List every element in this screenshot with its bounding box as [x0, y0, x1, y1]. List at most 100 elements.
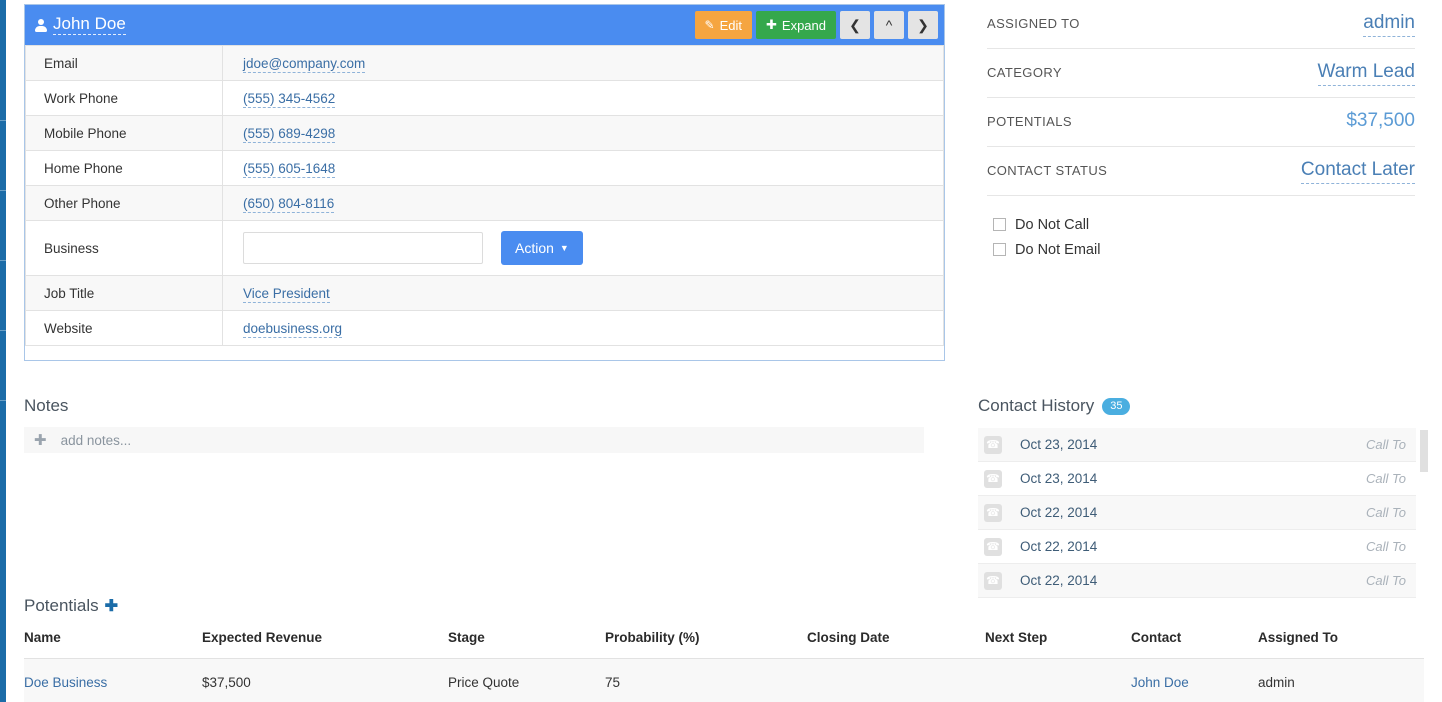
add-potential-icon[interactable]: ✚ [105, 596, 118, 616]
person-icon [35, 18, 47, 32]
phone-icon: ☎ [984, 572, 1002, 590]
contact-status-value[interactable]: Contact Later [1301, 159, 1415, 184]
chevron-right-icon: ❯ [917, 17, 929, 34]
contact-history-list[interactable]: ☎ Oct 23, 2014 Call To ☎ Oct 23, 2014 Ca… [978, 428, 1416, 598]
contact-history-scrollbar[interactable] [1420, 430, 1428, 576]
chevron-up-icon: ^ [886, 17, 893, 33]
detail-row-email: Email jdoe@company.com [26, 46, 944, 81]
prev-record-button[interactable]: ❮ [840, 11, 870, 39]
detail-value: (555) 605-1648 [223, 151, 944, 186]
detail-value: (555) 345-4562 [223, 81, 944, 116]
expand-button[interactable]: ✚ Expand [756, 11, 836, 39]
next-record-button[interactable]: ❯ [908, 11, 938, 39]
business-input[interactable] [243, 232, 483, 264]
contact-detail-table: Email jdoe@company.com Work Phone (555) … [25, 45, 944, 346]
do-not-email-row[interactable]: Do Not Email [987, 237, 1415, 262]
detail-label: Work Phone [26, 81, 223, 116]
detail-value: (650) 804-8116 [223, 186, 944, 221]
history-date: Oct 22, 2014 [1020, 539, 1097, 554]
column-header-next-step[interactable]: Next Step [985, 630, 1131, 659]
cell-contact: John Doe [1131, 659, 1258, 702]
contact-preferences: Do Not Call Do Not Email [987, 212, 1415, 262]
history-type: Call To [1366, 437, 1406, 452]
cell-stage: Price Quote [448, 659, 605, 702]
home-phone-link[interactable]: (555) 605-1648 [243, 161, 335, 178]
cell-closing-date [807, 659, 985, 702]
list-item[interactable]: ☎ Oct 22, 2014 Call To [978, 496, 1416, 530]
do-not-email-checkbox[interactable] [993, 243, 1006, 256]
contact-history-count-badge: 35 [1102, 398, 1130, 415]
detail-row-job-title: Job Title Vice President [26, 276, 944, 311]
add-note-field[interactable]: ✚ add notes... [24, 427, 924, 453]
potentials-section-title: Potentials ✚ [24, 596, 118, 616]
detail-row-work-phone: Work Phone (555) 345-4562 [26, 81, 944, 116]
list-item[interactable]: ☎ Oct 22, 2014 Call To [978, 564, 1416, 598]
column-header-contact[interactable]: Contact [1131, 630, 1258, 659]
detail-value: (555) 689-4298 [223, 116, 944, 151]
column-header-expected-revenue[interactable]: Expected Revenue [202, 630, 448, 659]
detail-label: Email [26, 46, 223, 81]
potential-name-link[interactable]: Doe Business [24, 675, 107, 690]
list-item[interactable]: ☎ Oct 23, 2014 Call To [978, 428, 1416, 462]
work-phone-link[interactable]: (555) 345-4562 [243, 91, 335, 108]
phone-icon: ☎ [984, 538, 1002, 556]
history-type: Call To [1366, 471, 1406, 486]
table-header-row: Name Expected Revenue Stage Probability … [24, 630, 1424, 659]
detail-row-other-phone: Other Phone (650) 804-8116 [26, 186, 944, 221]
history-date: Oct 22, 2014 [1020, 505, 1097, 520]
contact-card: John Doe ✎ Edit ✚ Expand ❮ ^ ❯ E [24, 4, 945, 361]
action-button-label: Action [515, 240, 554, 256]
cell-assigned-to: admin [1258, 659, 1424, 702]
detail-value: jdoe@company.com [223, 46, 944, 81]
action-dropdown-button[interactable]: Action ▼ [501, 231, 583, 265]
history-date: Oct 23, 2014 [1020, 437, 1097, 452]
column-header-stage[interactable]: Stage [448, 630, 605, 659]
sidebar-edge [0, 0, 6, 702]
email-link[interactable]: jdoe@company.com [243, 56, 365, 73]
table-row[interactable]: Doe Business $37,500 Price Quote 75 John… [24, 659, 1424, 702]
cell-next-step [985, 659, 1131, 702]
column-header-name[interactable]: Name [24, 630, 202, 659]
add-note-placeholder: add notes... [61, 433, 132, 448]
history-type: Call To [1366, 505, 1406, 520]
cell-probability: 75 [605, 659, 807, 702]
history-date: Oct 23, 2014 [1020, 471, 1097, 486]
contact-name[interactable]: John Doe [53, 15, 126, 35]
card-header-actions: ✎ Edit ✚ Expand ❮ ^ ❯ [695, 11, 938, 39]
job-title-link[interactable]: Vice President [243, 286, 330, 303]
scrollbar-thumb[interactable] [1420, 430, 1428, 472]
other-phone-link[interactable]: (650) 804-8116 [243, 196, 334, 213]
detail-value: doebusiness.org [223, 311, 944, 346]
cell-expected-revenue: $37,500 [202, 659, 448, 702]
detail-label: Website [26, 311, 223, 346]
history-type: Call To [1366, 539, 1406, 554]
expand-button-label: Expand [782, 18, 826, 33]
mobile-phone-link[interactable]: (555) 689-4298 [243, 126, 335, 143]
edit-button[interactable]: ✎ Edit [695, 11, 752, 39]
column-header-assigned-to[interactable]: Assigned To [1258, 630, 1424, 659]
potentials-label: Potentials [24, 596, 99, 616]
detail-label: Home Phone [26, 151, 223, 186]
column-header-probability[interactable]: Probability (%) [605, 630, 807, 659]
assigned-to-value[interactable]: admin [1363, 12, 1415, 37]
do-not-call-checkbox[interactable] [993, 218, 1006, 231]
website-link[interactable]: doebusiness.org [243, 321, 342, 338]
up-record-button[interactable]: ^ [874, 11, 904, 39]
history-type: Call To [1366, 573, 1406, 588]
notes-section-title: Notes [24, 396, 68, 416]
chevron-down-icon: ▼ [560, 243, 569, 253]
do-not-call-row[interactable]: Do Not Call [987, 212, 1415, 237]
contact-history-label: Contact History [978, 396, 1094, 416]
info-row-contact-status: CONTACT STATUS Contact Later [987, 147, 1415, 196]
column-header-closing-date[interactable]: Closing Date [807, 630, 985, 659]
detail-value: Action ▼ [223, 221, 944, 276]
list-item[interactable]: ☎ Oct 23, 2014 Call To [978, 462, 1416, 496]
list-item[interactable]: ☎ Oct 22, 2014 Call To [978, 530, 1416, 564]
contact-link[interactable]: John Doe [1131, 675, 1189, 690]
detail-label: Business [26, 221, 223, 276]
contact-summary-panel: ASSIGNED TO admin CATEGORY Warm Lead POT… [987, 0, 1415, 262]
do-not-email-label: Do Not Email [1015, 242, 1100, 258]
category-value[interactable]: Warm Lead [1318, 61, 1416, 86]
potentials-value[interactable]: $37,500 [1346, 110, 1415, 134]
phone-icon: ☎ [984, 504, 1002, 522]
